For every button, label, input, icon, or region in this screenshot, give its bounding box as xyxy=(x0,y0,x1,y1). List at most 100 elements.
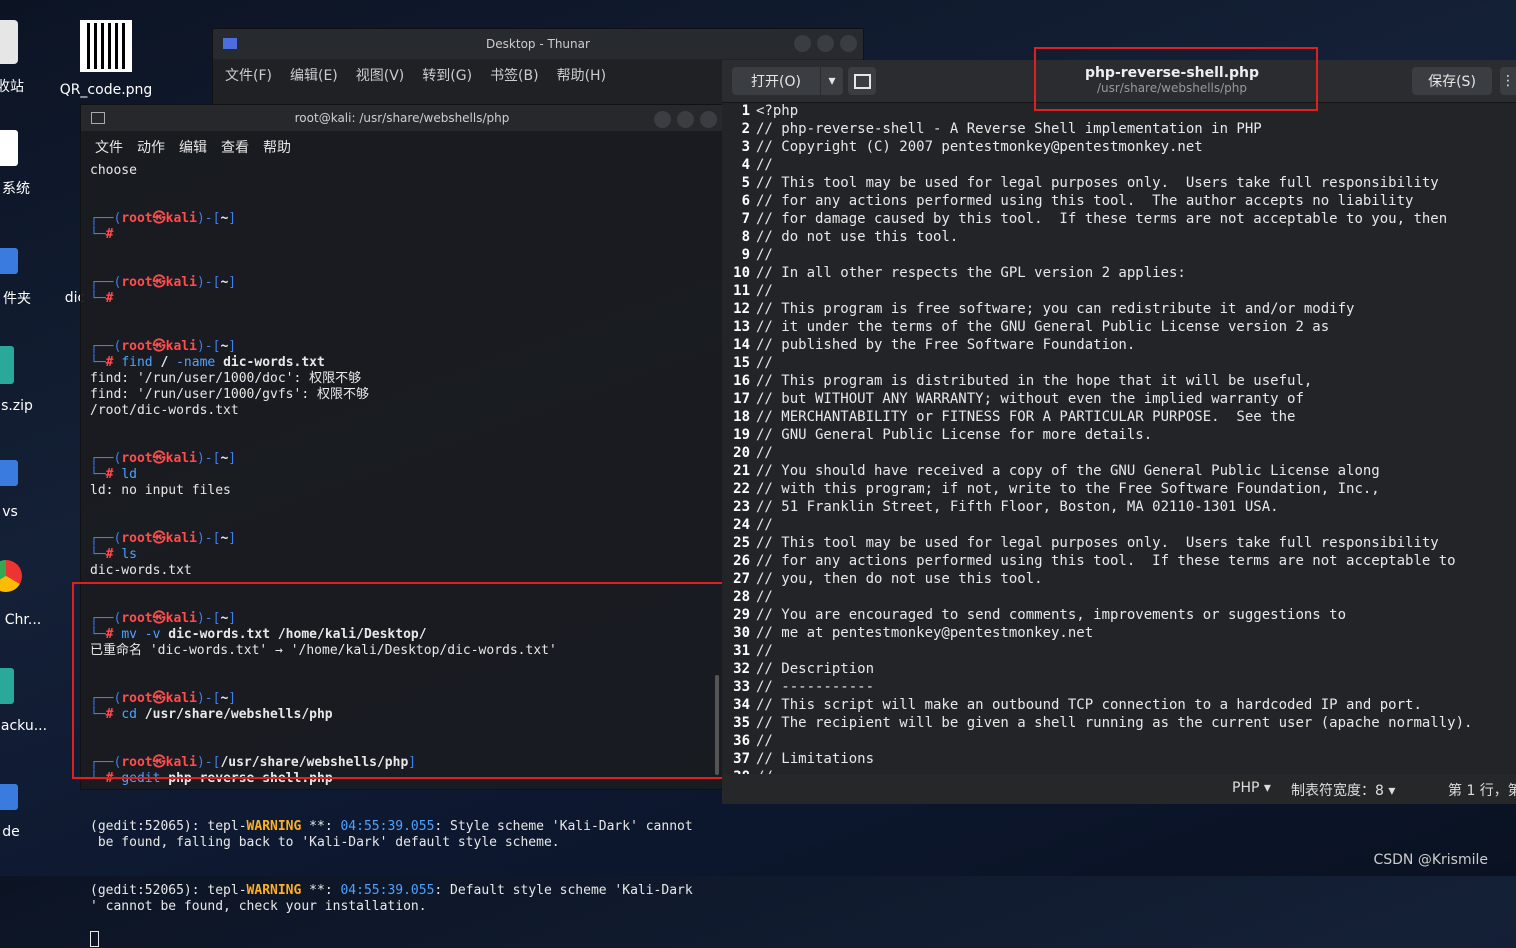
line-text: // php-reverse-shell - A Reverse Shell i… xyxy=(756,121,1262,137)
line-number: 31 xyxy=(733,643,750,659)
line-text: // do not use this tool. xyxy=(756,229,959,245)
line-text: // xyxy=(756,355,773,371)
minimize-button[interactable] xyxy=(654,111,671,128)
code-line: 25 // This tool may be used for legal pur… xyxy=(722,534,1516,552)
code-line: 35 // The recipient will be given a shell… xyxy=(722,714,1516,732)
line-number: 24 xyxy=(733,517,750,533)
desktop-icon-label: s.zip xyxy=(1,398,33,414)
menu-edit[interactable]: 编辑 xyxy=(179,137,207,157)
line-text: // xyxy=(756,157,773,173)
line-number: 35 xyxy=(733,715,750,731)
desktop-icon-chrome[interactable]: Chr... xyxy=(0,560,44,628)
desktop-icon-trash[interactable]: 收站 xyxy=(0,20,28,96)
line-number: 12 xyxy=(733,301,750,317)
line-text: // This program is free software; you ca… xyxy=(756,301,1355,317)
tab-width-selector[interactable]: 制表符宽度：8 ▾ xyxy=(1291,780,1395,800)
open-dropdown-button[interactable]: ▾ xyxy=(820,67,843,95)
line-number: 10 xyxy=(733,265,750,281)
code-line: 9 // xyxy=(722,246,1516,264)
prompt-block: ┌──(root㉿kali)-[~] └─# ld ld: no input fil… xyxy=(90,451,714,499)
close-button[interactable] xyxy=(840,35,857,52)
line-number: 36 xyxy=(733,733,750,749)
line-text: // for any actions performed using this … xyxy=(756,553,1456,569)
line-text: // The recipient will be given a shell r… xyxy=(756,715,1473,731)
code-line: 37 // Limitations xyxy=(722,750,1516,768)
save-button[interactable]: 保存(S) xyxy=(1412,67,1492,95)
code-line: 8 // do not use this tool. xyxy=(722,228,1516,246)
folder-icon xyxy=(0,248,18,274)
menu-file[interactable]: 文件(F) xyxy=(225,65,272,85)
desktop-icon-label: 件夹 xyxy=(3,291,31,307)
line-text: // me at pentestmonkey@pentestmonkey.net xyxy=(756,625,1094,641)
line-text: // xyxy=(756,733,773,749)
desktop-icon-folder-2[interactable]: de xyxy=(0,784,28,840)
line-text: // xyxy=(756,517,773,533)
code-line: 24 // xyxy=(722,516,1516,534)
window-controls xyxy=(654,111,717,128)
open-button[interactable]: 打开(O) xyxy=(732,67,820,95)
code-line: 22 // with this program; if not, write to… xyxy=(722,480,1516,498)
code-line: 29 // You are encouraged to send comments… xyxy=(722,606,1516,624)
line-text: // xyxy=(756,643,773,659)
watermark: CSDN @Krismile xyxy=(1373,852,1488,868)
line-text: // with this program; if not, write to t… xyxy=(756,481,1380,497)
maximize-button[interactable] xyxy=(817,35,834,52)
desktop-icon-label: QR_code.png xyxy=(59,82,153,98)
line-number: 19 xyxy=(733,427,750,443)
thunar-titlebar[interactable]: Desktop - Thunar xyxy=(213,29,863,59)
code-line: 3 // Copyright (C) 2007 pentestmonkey@pen… xyxy=(722,138,1516,156)
cursor-position[interactable]: 第 1 行，第 xyxy=(1448,780,1516,800)
line-text: // 51 Franklin Street, Fifth Floor, Bost… xyxy=(756,499,1279,515)
menu-action[interactable]: 动作 xyxy=(137,137,165,157)
code-editor[interactable]: 1 <?php 2 // php-reverse-shell - A Reverse … xyxy=(722,102,1516,774)
line-number: 33 xyxy=(733,679,750,695)
prompt-block: ┌──(root㉿kali)-[~] └─# xyxy=(90,275,237,306)
prompt-block: ┌──(root㉿kali)-[~] └─# find / -name dic-w… xyxy=(90,339,714,419)
chevron-down-icon: ▾ xyxy=(1388,783,1396,799)
terminal-titlebar[interactable]: root@kali: /usr/share/webshells/php xyxy=(81,105,723,131)
code-line: 30 // me at pentestmonkey@pentestmonkey.n… xyxy=(722,624,1516,642)
line-text: // xyxy=(756,589,773,605)
menu-bookmarks[interactable]: 书签(B) xyxy=(490,65,539,85)
close-button[interactable] xyxy=(700,111,717,128)
desktop-icon-system[interactable]: 系统 xyxy=(0,130,36,198)
code-line: 19 // GNU General Public License for more… xyxy=(722,426,1516,444)
gedit-window[interactable]: 打开(O) ▾ php-reverse-shell.php /usr/share… xyxy=(722,60,1516,804)
menu-help[interactable]: 帮助 xyxy=(263,137,291,157)
menu-button[interactable]: ⋮ xyxy=(1500,67,1516,95)
line-number: 1 xyxy=(741,103,750,119)
desktop-icon-backup[interactable]: acku... xyxy=(0,668,48,734)
code-line: 15 // xyxy=(722,354,1516,372)
language-selector[interactable]: PHP ▾ xyxy=(1232,780,1271,796)
desktop-icon-folder[interactable]: 件夹 xyxy=(0,248,38,308)
desktop-icon-qr[interactable]: QR_code.png xyxy=(58,20,154,98)
line-number: 9 xyxy=(741,247,750,263)
new-tab-button[interactable] xyxy=(848,67,876,95)
line-text: // xyxy=(756,445,773,461)
minimize-button[interactable] xyxy=(794,35,811,52)
code-line: 34 // This script will make an outbound T… xyxy=(722,696,1516,714)
menu-view[interactable]: 查看 xyxy=(221,137,249,157)
maximize-button[interactable] xyxy=(677,111,694,128)
menu-edit[interactable]: 编辑(E) xyxy=(290,65,338,85)
archive-icon xyxy=(0,668,14,704)
menu-file[interactable]: 文件 xyxy=(95,137,123,157)
terminal-output[interactable]: choose ┌──(root㉿kali)-[~] └─# ┌──(root㉿ka… xyxy=(81,163,723,948)
desktop-icon-zip[interactable]: s.zip xyxy=(0,346,38,414)
line-text: // xyxy=(756,247,773,263)
desktop-icon-vs[interactable]: vs xyxy=(0,460,28,520)
menu-help[interactable]: 帮助(H) xyxy=(557,65,606,85)
menu-view[interactable]: 视图(V) xyxy=(356,65,405,85)
new-document-icon xyxy=(853,73,871,89)
archive-icon xyxy=(0,346,14,384)
code-line: 11 // xyxy=(722,282,1516,300)
menu-go[interactable]: 转到(G) xyxy=(422,65,472,85)
line-number: 21 xyxy=(733,463,750,479)
line-number: 26 xyxy=(733,553,750,569)
line-number: 32 xyxy=(733,661,750,677)
line-number: 18 xyxy=(733,409,750,425)
code-line: 13 // it under the terms of the GNU Gener… xyxy=(722,318,1516,336)
folder-icon xyxy=(0,784,18,810)
terminal-cursor xyxy=(90,931,99,947)
desktop-icon-label: Chr... xyxy=(4,612,42,628)
